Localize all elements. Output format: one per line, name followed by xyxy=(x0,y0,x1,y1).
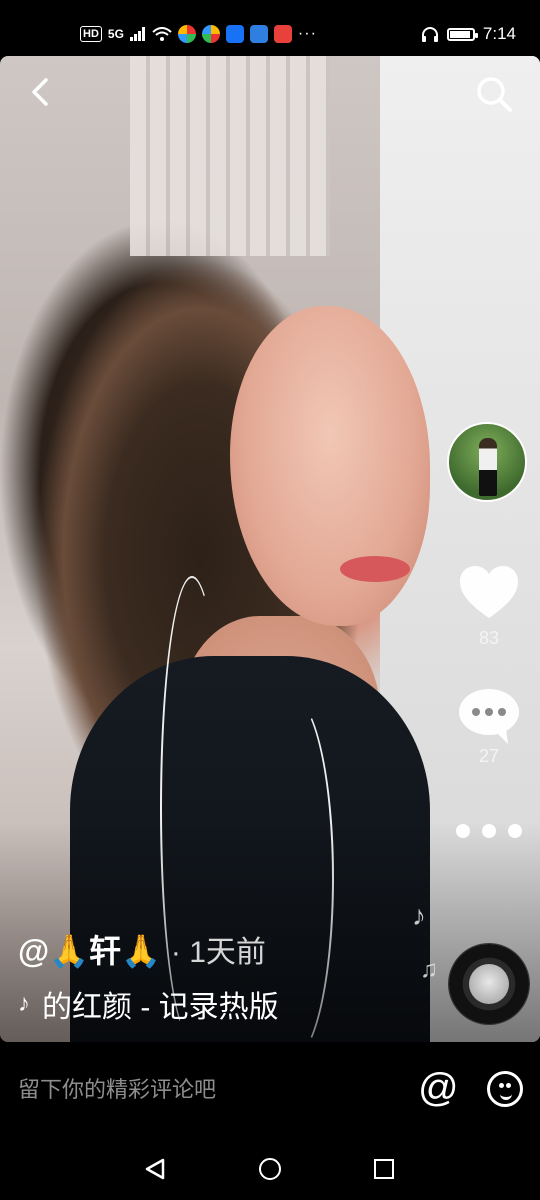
wifi-icon xyxy=(152,27,172,41)
video-player[interactable] xyxy=(0,56,540,1042)
comment-bubble-icon[interactable] xyxy=(456,686,522,746)
app-red-icon xyxy=(273,25,292,43)
status-right: 7:14 xyxy=(421,20,516,48)
app-blue-icon xyxy=(249,25,268,43)
nav-back-icon[interactable] xyxy=(143,1157,167,1181)
app-pinwheel-icon-2 xyxy=(201,25,220,43)
zhihu-app-icon xyxy=(225,25,244,43)
author-line[interactable]: @🙏轩🙏 · 1天前 xyxy=(18,926,266,972)
music-line[interactable]: ♪ 的红颜 - 记录热版 xyxy=(18,982,279,1026)
more-notifications-icon: ··· xyxy=(297,25,317,42)
signal-bars-icon xyxy=(129,27,145,41)
author-avatar[interactable] xyxy=(447,422,527,502)
clock: 7:14 xyxy=(482,24,516,43)
battery-icon xyxy=(446,27,478,41)
floating-music-notes-icon: ♫ xyxy=(420,956,438,983)
more-dot-icon xyxy=(456,824,470,838)
status-bar: HD 5G ··· 7:14 xyxy=(0,0,540,56)
music-note-icon: ♪ xyxy=(18,990,30,1017)
like-heart-icon[interactable] xyxy=(456,560,522,626)
avatar-person-figure xyxy=(479,438,497,496)
search-icon[interactable] xyxy=(474,74,514,114)
author-name[interactable]: @🙏轩🙏 xyxy=(18,933,161,969)
app-pinwheel-icon xyxy=(177,25,196,43)
more-options-button[interactable] xyxy=(456,816,522,846)
music-cover-image xyxy=(469,964,509,1004)
nav-home-icon[interactable] xyxy=(259,1158,281,1180)
music-title[interactable]: 的红颜 - 记录热版 xyxy=(42,982,279,1026)
headphones-icon xyxy=(421,27,438,42)
comment-count: 27 xyxy=(478,746,500,766)
music-disc-button[interactable] xyxy=(449,944,529,1024)
post-time: · 1天前 xyxy=(170,936,266,969)
comment-input[interactable]: 留下你的精彩评论吧 xyxy=(18,1072,216,1104)
floating-music-note-icon: ♪ xyxy=(412,900,426,931)
hd-indicator: HD xyxy=(80,26,102,42)
emoji-icon[interactable] xyxy=(487,1071,523,1107)
more-dot-icon xyxy=(482,824,496,838)
status-left: HD 5G ··· xyxy=(80,20,317,48)
like-count: 83 xyxy=(478,628,500,648)
more-dot-icon xyxy=(508,824,522,838)
mention-at-icon[interactable]: @ xyxy=(418,1068,459,1108)
nav-recents-icon[interactable] xyxy=(374,1159,394,1179)
signal-5g-icon: 5G xyxy=(107,27,124,41)
video-lips xyxy=(340,556,410,582)
back-icon[interactable] xyxy=(22,74,58,110)
